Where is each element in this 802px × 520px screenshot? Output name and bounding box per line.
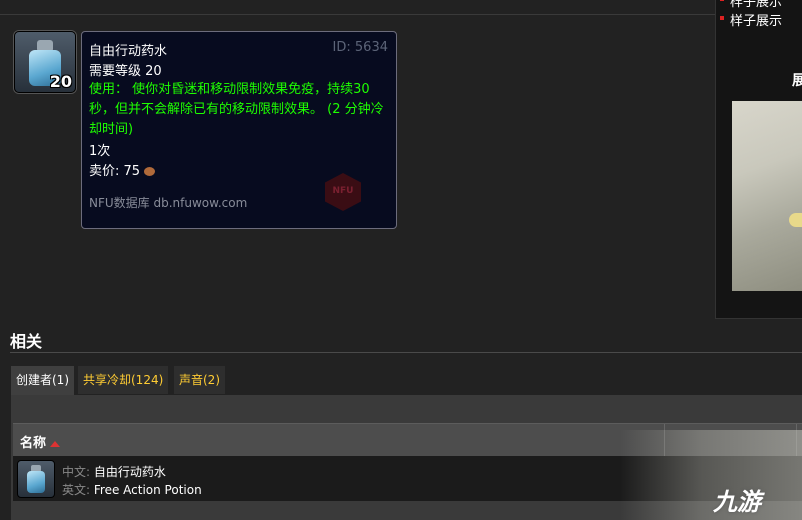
section-title: 相关 [10,332,43,351]
chinese-label: 中文: [62,465,91,479]
nfu-logo-icon: NFU [325,173,361,211]
sidebar-link[interactable]: 样子展示 [720,0,783,10]
top-divider [0,14,715,15]
watermark-logo: 九游 [713,488,761,516]
model-highlight [789,213,802,227]
model-preview-image[interactable] [732,101,802,291]
database-source: NFU数据库 db.nfuwow.com [89,196,248,210]
bullet-icon [720,16,724,20]
english-name: 英文: Free Action Potion [62,481,202,498]
use-effect: 使用： 使你对昏迷和移动限制效果免疫，持续30 秒，但并不会解除已有的移动限制效… [89,82,384,137]
tab-sounds[interactable]: 声音(2) [174,366,225,394]
potion-bottle-icon[interactable] [17,460,55,498]
stack-count: 20 [49,72,72,91]
sidebar-heading: 展 [792,73,802,89]
sidebar-link-label: 样子展示 [730,0,783,10]
sidebar-link-showcase[interactable]: 样子展示 [720,10,783,29]
item-icon[interactable]: 20 [14,31,76,93]
item-name: 自由行动药水 [89,44,168,59]
section-divider [10,352,802,353]
item-tooltip: 自由行动药水 ID: 5634 需要等级 20 使用： 使你对昏迷和移动限制效果… [81,31,397,229]
sell-price: 卖价: 75 [89,160,156,179]
bullet-icon [720,0,724,1]
sidebar-link-label: 样子展示 [730,14,783,29]
chinese-name: 中文: 自由行动药水 [62,463,166,480]
item-id: ID: 5634 [332,40,388,55]
charges: 1次 [89,144,111,159]
right-sidebar: 样子展示 样子展示 展 [715,0,802,319]
english-label: 英文: [62,483,91,497]
column-name-label: 名称 [20,436,47,451]
sort-ascending-icon [50,440,61,447]
copper-coin-icon [144,167,156,176]
required-level: 需要等级 20 [89,64,162,79]
chinese-value[interactable]: 自由行动药水 [94,465,166,479]
english-value[interactable]: Free Action Potion [94,483,202,497]
logo-text: NFU [332,186,354,196]
watermark-overlay [620,430,802,520]
tab-creator[interactable]: 创建者(1) [11,366,74,396]
sell-price-value: 75 [123,164,141,179]
column-name-header[interactable]: 名称 [20,432,61,451]
tab-shared-cooldown[interactable]: 共享冷却(124) [78,366,169,394]
sell-price-label: 卖价: [89,164,120,179]
bottle-body [27,471,45,493]
